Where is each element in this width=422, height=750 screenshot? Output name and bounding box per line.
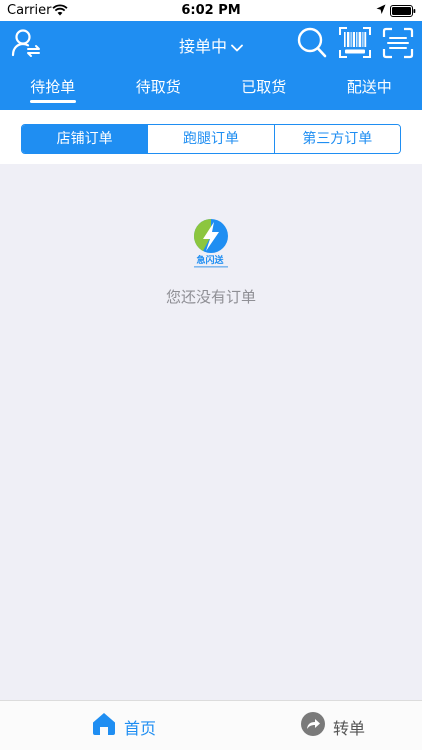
status-bar: Carrier 6:02 PM: [0, 0, 422, 21]
tab-delivering[interactable]: 配送中: [317, 65, 422, 110]
order-status-tabs: 待抢单 待取货 已取货 配送中: [0, 65, 422, 110]
search-icon[interactable]: [296, 26, 328, 60]
tabbar-transfer[interactable]: 转单: [211, 701, 422, 750]
barcode-scan-icon[interactable]: [338, 26, 372, 60]
brand-logo-text: 急闪送: [196, 254, 224, 266]
home-icon: [93, 713, 115, 735]
location-arrow-icon: [376, 4, 386, 14]
battery-icon: [390, 5, 416, 17]
header-bar: 接单中: [0, 21, 422, 65]
share-arrow-icon: [301, 712, 325, 736]
empty-state-message: 您还没有订单: [165, 288, 256, 306]
tab-picked-up[interactable]: 已取货: [211, 65, 317, 110]
tab-pending-grab[interactable]: 待抢单: [0, 65, 106, 110]
segment-errand-orders[interactable]: 跑腿订单: [147, 125, 274, 153]
order-status-dropdown[interactable]: [160, 27, 260, 59]
clock-time: 6:02 PM: [181, 3, 241, 18]
segment-store-orders[interactable]: 店铺订单: [22, 125, 148, 153]
scan-frame-icon[interactable]: [382, 27, 414, 59]
order-type-section: 店铺订单 跑腿订单 第三方订单: [0, 110, 422, 164]
tabbar-transfer-label: 转单: [333, 719, 366, 738]
user-switch-icon[interactable]: [10, 27, 42, 59]
brand-logo: 急闪送: [194, 219, 228, 268]
tabbar-home-label: 首页: [124, 719, 157, 738]
bottom-tab-bar: 首页 转单: [0, 700, 422, 750]
segment-third-party-orders[interactable]: 第三方订单: [273, 125, 400, 153]
app-screen: Carrier 6:02 PM 接单中 待抢单 待取货 已取货 配送中 店铺订单…: [0, 0, 422, 750]
order-type-segmented-control: 店铺订单 跑腿订单 第三方订单: [21, 124, 401, 154]
tabbar-home[interactable]: 首页: [0, 701, 211, 750]
tab-pending-pickup[interactable]: 待取货: [106, 65, 212, 110]
